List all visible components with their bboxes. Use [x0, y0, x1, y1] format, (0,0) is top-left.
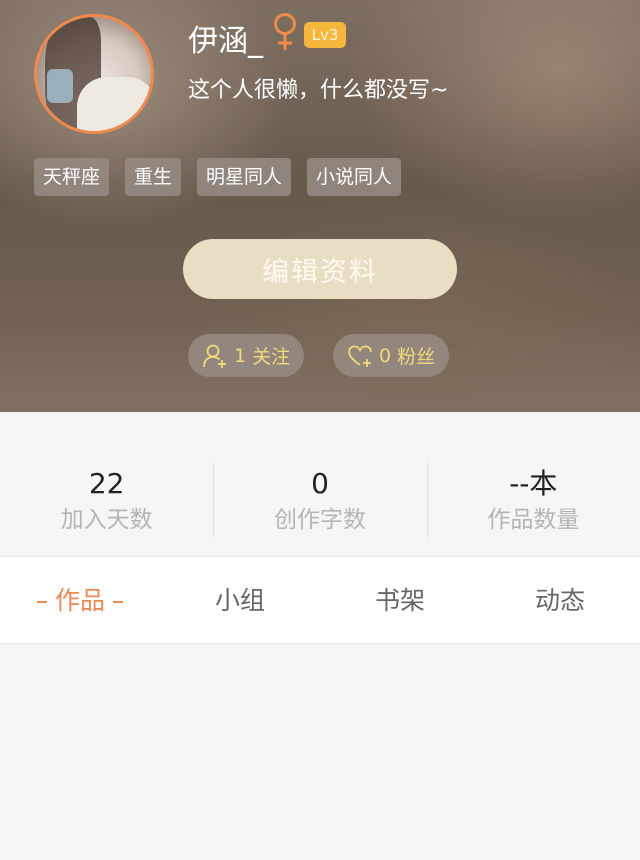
stat-label: 加入天数 — [60, 507, 153, 533]
tab-label: 小组 — [214, 586, 265, 615]
level-badge: Lv3 — [304, 22, 346, 48]
tag-item[interactable]: 重生 — [125, 158, 182, 196]
stat-label: 创作字数 — [273, 507, 366, 533]
tag-list: 天秤座 重生 明星同人 小说同人 — [34, 158, 402, 196]
bio-text: 这个人很懒，什么都没写~ — [188, 78, 449, 103]
tab-bookshelf[interactable]: 书架 — [320, 557, 480, 643]
stat-value: --本 — [509, 467, 558, 500]
stat-works-count: --本 作品数量 — [426, 412, 640, 556]
tab-works[interactable]: 作品 — [0, 557, 160, 643]
stat-join-days: 22 加入天数 — [0, 412, 213, 556]
username: 伊涵_ — [188, 24, 263, 59]
female-icon — [274, 13, 296, 50]
following-button[interactable]: 1 关注 — [188, 334, 305, 377]
avatar[interactable] — [34, 14, 154, 134]
followers-label: 粉丝 — [397, 346, 436, 368]
stat-label: 作品数量 — [487, 507, 580, 533]
tag-item[interactable]: 天秤座 — [34, 158, 110, 196]
stat-value: 22 — [88, 467, 125, 500]
tab-content-area — [0, 644, 640, 860]
tag-item[interactable]: 小说同人 — [307, 158, 402, 196]
followers-button[interactable]: 0 粉丝 — [333, 334, 450, 377]
tab-label: 作品 — [54, 586, 105, 615]
tag-item[interactable]: 明星同人 — [197, 158, 292, 196]
edit-profile-button[interactable]: 编辑资料 — [183, 239, 457, 299]
add-user-icon — [203, 344, 226, 368]
heart-plus-icon — [348, 345, 372, 367]
active-tab-dash — [113, 601, 123, 603]
tab-activity[interactable]: 动态 — [480, 557, 640, 643]
stat-word-count: 0 创作字数 — [213, 412, 426, 556]
tab-groups[interactable]: 小组 — [160, 557, 320, 643]
stat-value: 0 — [311, 467, 329, 500]
active-tab-dash — [36, 601, 47, 603]
tab-bar: 作品 小组 书架 动态 — [0, 556, 640, 644]
tab-label: 书架 — [374, 586, 425, 615]
following-label: 关注 — [252, 346, 291, 368]
following-count: 1 — [234, 344, 247, 367]
followers-count: 0 — [379, 344, 392, 367]
tab-label: 动态 — [534, 586, 585, 615]
profile-header: 伊涵_ Lv3 这个人很懒，什么都没写~ 天秤座 重生 明星同人 小说同人 编辑… — [0, 0, 640, 412]
stats-bar: 22 加入天数 0 创作字数 --本 作品数量 — [0, 412, 640, 556]
